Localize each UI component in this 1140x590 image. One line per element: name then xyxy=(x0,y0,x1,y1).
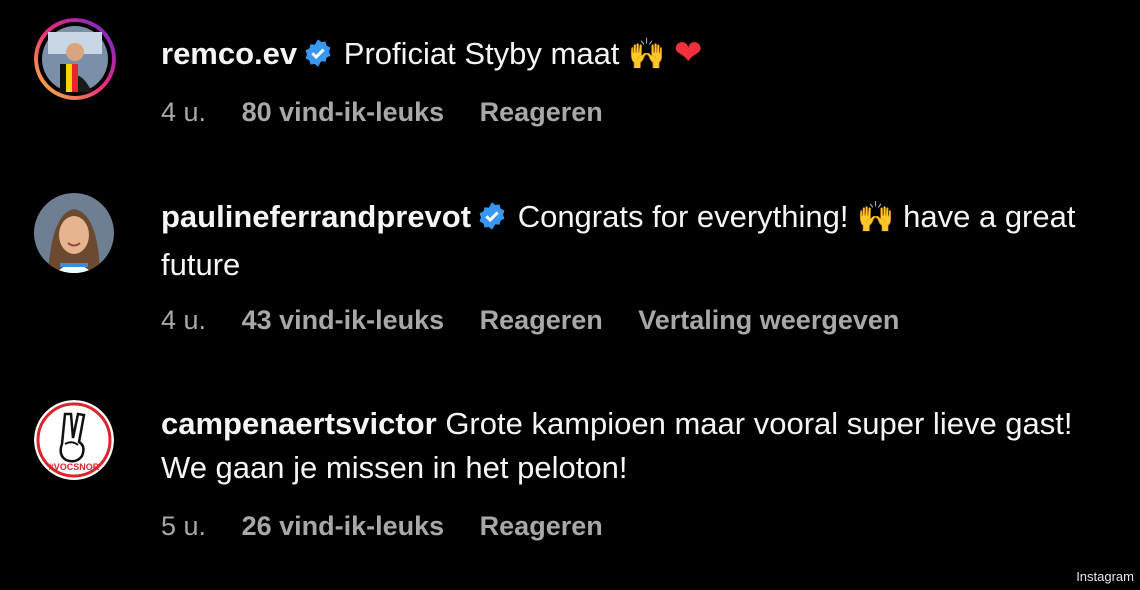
red-heart-emoji-icon: ❤ xyxy=(674,34,703,72)
reply-button[interactable]: Reageren xyxy=(480,305,603,335)
comment-text: remco.ev Proficiat Styby maat 🙌 ❤ xyxy=(161,31,1111,80)
username[interactable]: campenaertsvictor xyxy=(161,406,437,441)
verified-badge-icon xyxy=(477,199,507,243)
comment-text: campenaertsvictor Grote kampioen maar vo… xyxy=(161,402,1111,490)
avatar-pauline[interactable] xyxy=(34,193,114,273)
raising-hands-emoji-icon: 🙌 xyxy=(628,37,666,72)
timestamp: 5 u. xyxy=(161,511,207,541)
raising-hands-emoji-icon: 🙌 xyxy=(857,200,895,235)
avatar-icon xyxy=(34,193,114,273)
comment-meta: 5 u. 26 vind-ik-leuks Reageren xyxy=(161,511,631,542)
comment-body: Congrats for everything! xyxy=(517,199,849,234)
comment-meta: 4 u. 80 vind-ik-leuks Reageren xyxy=(161,97,631,128)
comment-body: Proficiat Styby maat xyxy=(343,36,620,71)
comment-text: paulineferrandprevot Congrats for everyt… xyxy=(161,195,1111,287)
likes-count-link[interactable]: 80 vind-ik-leuks xyxy=(242,97,445,127)
verified-badge-icon xyxy=(303,36,333,80)
see-translation-button[interactable]: Vertaling weergeven xyxy=(638,305,899,335)
victory-hand-logo-icon: #VOCSNOR xyxy=(34,400,114,480)
instagram-watermark: Instagram xyxy=(1076,569,1134,584)
likes-count-link[interactable]: 43 vind-ik-leuks xyxy=(242,305,445,335)
avatar-victor[interactable]: #VOCSNOR xyxy=(34,400,114,480)
avatar-remco-story[interactable] xyxy=(34,18,116,100)
avatar-icon xyxy=(34,18,116,100)
reply-button[interactable]: Reageren xyxy=(480,97,603,127)
likes-count-link[interactable]: 26 vind-ik-leuks xyxy=(242,511,445,541)
avatar-logo-text: #VOCSNOR xyxy=(49,462,100,472)
username[interactable]: remco.ev xyxy=(161,36,297,71)
username[interactable]: paulineferrandprevot xyxy=(161,199,471,234)
timestamp: 4 u. xyxy=(161,97,207,127)
comment-meta: 4 u. 43 vind-ik-leuks Reageren Vertaling… xyxy=(161,305,927,336)
timestamp: 4 u. xyxy=(161,305,207,335)
reply-button[interactable]: Reageren xyxy=(480,511,603,541)
